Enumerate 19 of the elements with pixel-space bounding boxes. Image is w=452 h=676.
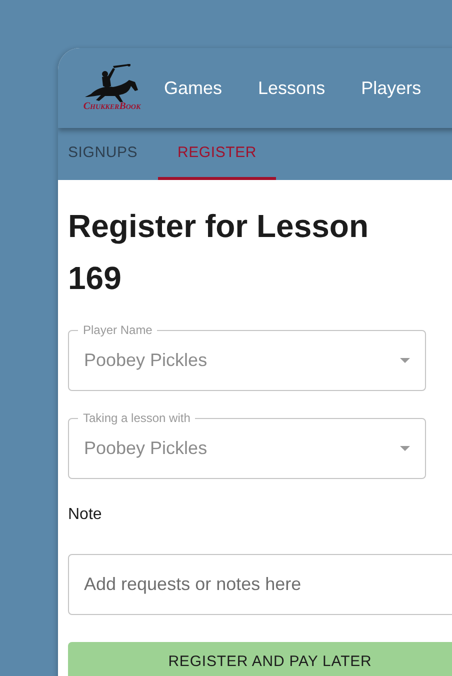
logo-text: ChukkerBook xyxy=(83,101,141,112)
nav-link[interactable]: Games xyxy=(164,78,222,98)
select-value: Poobey Pickles xyxy=(84,438,208,459)
tab[interactable]: SIGNUPS xyxy=(58,128,158,180)
field-label: Player Name xyxy=(78,323,158,337)
field-label: Taking a lesson with xyxy=(78,411,196,425)
select-field[interactable]: Player Name Poobey Pickles xyxy=(68,323,426,391)
note-field[interactable]: Add requests or notes here xyxy=(68,554,452,615)
page-title: Register for Lesson 169 xyxy=(68,207,370,298)
nav-link[interactable]: Lessons xyxy=(258,78,326,98)
select-field[interactable]: Taking a lesson with Poobey Pickles xyxy=(68,411,426,479)
nav-link[interactable]: Players xyxy=(361,78,422,98)
tab[interactable]: REGISTER xyxy=(158,128,276,180)
dropdown-caret-icon xyxy=(400,358,410,363)
select-value: Poobey Pickles xyxy=(84,350,208,371)
register-button[interactable]: REGISTER AND PAY LATER xyxy=(68,642,452,676)
polo-rider-logo-icon xyxy=(83,64,141,104)
note-label: Note xyxy=(68,506,103,524)
dropdown-caret-icon xyxy=(400,446,410,451)
